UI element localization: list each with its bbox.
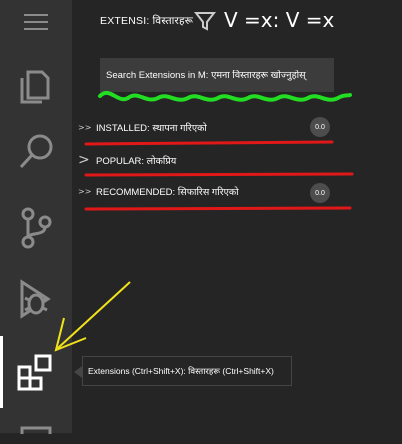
chevron-icon: >> (78, 122, 92, 132)
header-overlay-text: V =x: V =x (224, 8, 335, 32)
activity-bar (0, 0, 72, 434)
tooltip-pointer (74, 366, 82, 378)
search-extensions-input[interactable] (106, 69, 334, 81)
installed-count-badge: 0.0 (310, 117, 330, 137)
recommended-count-badge: 0.0 (310, 183, 330, 203)
extensions-tooltip: Extensions (Ctrl+Shift+X): विस्तारहरू (C… (82, 356, 292, 386)
sidebar-title: EXTENSI: विस्तारहरू (100, 15, 194, 27)
search-button[interactable] (0, 118, 72, 186)
extensions-icon (17, 354, 52, 391)
search-icon (19, 134, 53, 169)
chevron-right-icon: > (78, 152, 90, 168)
section-recommended-label: RECOMMENDED: सिफारिस गरिएको (96, 186, 239, 198)
run-debug-button[interactable] (0, 264, 72, 332)
run-debug-icon (20, 279, 51, 319)
extensions-button[interactable] (0, 338, 72, 406)
remote-explorer-icon (20, 426, 52, 434)
hamburger-menu-icon (24, 14, 48, 30)
section-installed-label: INSTALLED: स्थापना गरिएको (96, 122, 207, 134)
filter-button[interactable] (193, 10, 217, 36)
source-control-icon (21, 207, 52, 249)
search-box[interactable] (100, 58, 334, 92)
source-control-button[interactable] (0, 194, 72, 262)
explorer-button[interactable] (0, 50, 72, 118)
chevron-icon: >> (78, 186, 92, 196)
remote-explorer-button[interactable] (0, 414, 72, 444)
filter-icon (193, 12, 217, 31)
explorer-files-icon (20, 70, 50, 104)
section-popular-label: POPULAR: लोकप्रिय (96, 155, 177, 167)
section-popular[interactable]: > POPULAR: लोकप्रिय (78, 150, 358, 170)
menu-button[interactable] (0, 0, 72, 44)
